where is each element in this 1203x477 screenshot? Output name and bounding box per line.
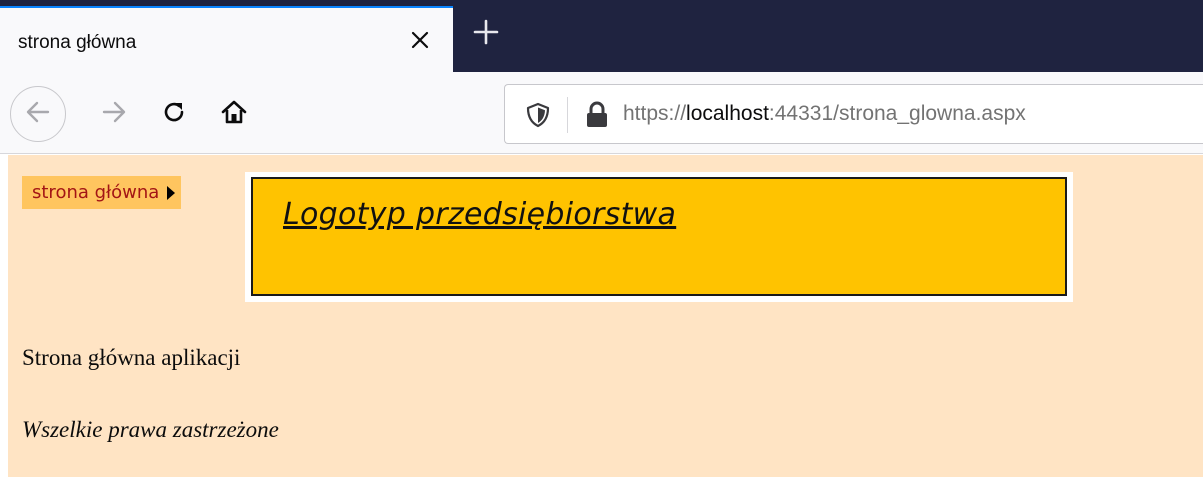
home-button[interactable] xyxy=(212,92,256,136)
plus-icon xyxy=(473,19,499,50)
tab-strip: strona główna xyxy=(0,0,1203,72)
url-path: :44331/strona_glowna.aspx xyxy=(768,102,1026,125)
menu-item-label: strona główna xyxy=(32,182,160,203)
lock-icon[interactable] xyxy=(585,101,609,129)
url-host: localhost xyxy=(686,102,769,125)
back-button[interactable] xyxy=(10,86,66,142)
navigation-toolbar: https://localhost:44331/strona_glowna.as… xyxy=(0,72,1203,154)
close-icon xyxy=(410,30,430,55)
address-bar[interactable]: https://localhost:44331/strona_glowna.as… xyxy=(504,84,1203,144)
back-arrow-icon xyxy=(24,98,52,131)
reload-button[interactable] xyxy=(152,92,196,136)
shield-icon[interactable] xyxy=(525,102,551,128)
new-tab-button[interactable] xyxy=(464,12,508,56)
logo-container: Logotyp przedsiębiorstwa xyxy=(245,172,1073,302)
url-scheme: https:// xyxy=(623,102,687,125)
forward-arrow-icon xyxy=(100,98,128,131)
main-content-text: Strona główna aplikacji xyxy=(22,345,241,370)
logo-text: Logotyp przedsiębiorstwa xyxy=(283,197,677,232)
tab-title: strona główna xyxy=(18,32,137,53)
url-text[interactable]: https://localhost:44331/strona_glowna.as… xyxy=(623,102,1026,126)
home-icon xyxy=(220,98,248,131)
company-logo: Logotyp przedsiębiorstwa xyxy=(251,177,1067,296)
footer-copyright: Wszelkie prawa zastrzeżone xyxy=(22,417,279,442)
tab-active[interactable]: strona główna xyxy=(0,6,453,72)
address-bar-divider xyxy=(567,97,568,133)
reload-icon xyxy=(161,99,187,130)
close-tab-button[interactable] xyxy=(400,22,440,62)
page-content: strona główna Logotyp przedsiębiorstwa S… xyxy=(8,155,1203,477)
menu-item-strona-glowna[interactable]: strona główna xyxy=(22,176,182,209)
submenu-arrow-icon xyxy=(167,185,176,200)
forward-button[interactable] xyxy=(92,92,136,136)
